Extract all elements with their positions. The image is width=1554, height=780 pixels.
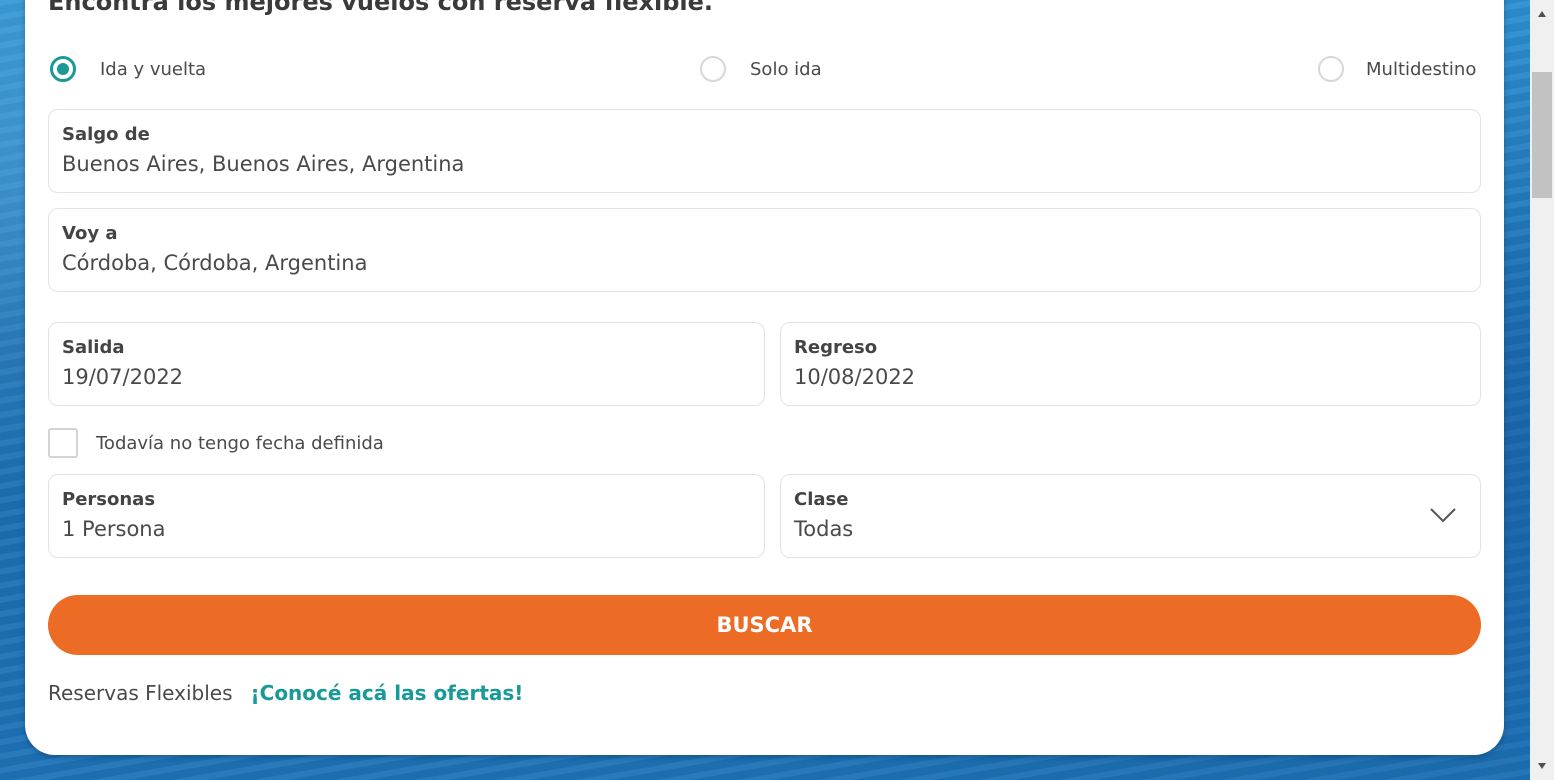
- destination-label: Voy a: [62, 223, 118, 244]
- departure-date-field[interactable]: Salida 19/07/2022: [48, 322, 765, 406]
- return-label: Regreso: [794, 337, 878, 358]
- origin-value[interactable]: Buenos Aires, Buenos Aires, Argentina: [62, 152, 464, 176]
- radio-unchecked-icon[interactable]: [1318, 56, 1344, 82]
- chevron-down-icon[interactable]: [1430, 507, 1456, 523]
- flexible-reservations-footer: Reservas Flexibles ¡Conocé acá las ofert…: [48, 681, 523, 705]
- origin-label: Salgo de: [62, 124, 150, 145]
- no-date-checkbox[interactable]: [48, 428, 78, 458]
- departure-label: Salida: [62, 337, 125, 358]
- people-label: Personas: [62, 489, 156, 510]
- radio-label-ida-y-vuelta: Ida y vuelta: [100, 58, 207, 80]
- radio-checked-icon[interactable]: [50, 56, 76, 82]
- origin-field[interactable]: Salgo de Buenos Aires, Buenos Aires, Arg…: [48, 109, 1481, 193]
- search-button[interactable]: BUSCAR: [48, 595, 1481, 655]
- no-date-label: Todavía no tengo fecha definida: [96, 432, 384, 454]
- scroll-thumb[interactable]: [1532, 72, 1552, 198]
- scroll-down-arrow-icon[interactable]: [1530, 754, 1554, 778]
- radio-multidestino[interactable]: Multidestino: [1318, 52, 1476, 86]
- radio-unchecked-icon[interactable]: [700, 56, 726, 82]
- scroll-up-arrow-icon[interactable]: [1530, 2, 1554, 26]
- departure-value[interactable]: 19/07/2022: [62, 365, 183, 389]
- vertical-scrollbar[interactable]: [1530, 0, 1554, 780]
- people-field[interactable]: Personas 1 Persona: [48, 474, 765, 558]
- flexible-reservations-text: Reservas Flexibles: [48, 681, 233, 705]
- class-label: Clase: [794, 489, 849, 510]
- no-date-checkbox-row[interactable]: Todavía no tengo fecha definida: [48, 428, 384, 458]
- radio-ida-y-vuelta[interactable]: Ida y vuelta: [50, 52, 206, 86]
- destination-value[interactable]: Córdoba, Córdoba, Argentina: [62, 251, 367, 275]
- class-select[interactable]: Clase Todas: [780, 474, 1481, 558]
- destination-field[interactable]: Voy a Córdoba, Córdoba, Argentina: [48, 208, 1481, 292]
- return-value[interactable]: 10/08/2022: [794, 365, 915, 389]
- radio-solo-ida[interactable]: Solo ida: [700, 52, 822, 86]
- people-value[interactable]: 1 Persona: [62, 517, 165, 541]
- class-value[interactable]: Todas: [794, 517, 853, 541]
- page-title: Encontrá los mejores vuelos con reserva …: [48, 0, 714, 16]
- return-date-field[interactable]: Regreso 10/08/2022: [780, 322, 1481, 406]
- offers-link[interactable]: ¡Conocé acá las ofertas!: [251, 681, 524, 705]
- radio-label-solo-ida: Solo ida: [750, 58, 822, 80]
- radio-label-multidestino: Multidestino: [1366, 58, 1477, 80]
